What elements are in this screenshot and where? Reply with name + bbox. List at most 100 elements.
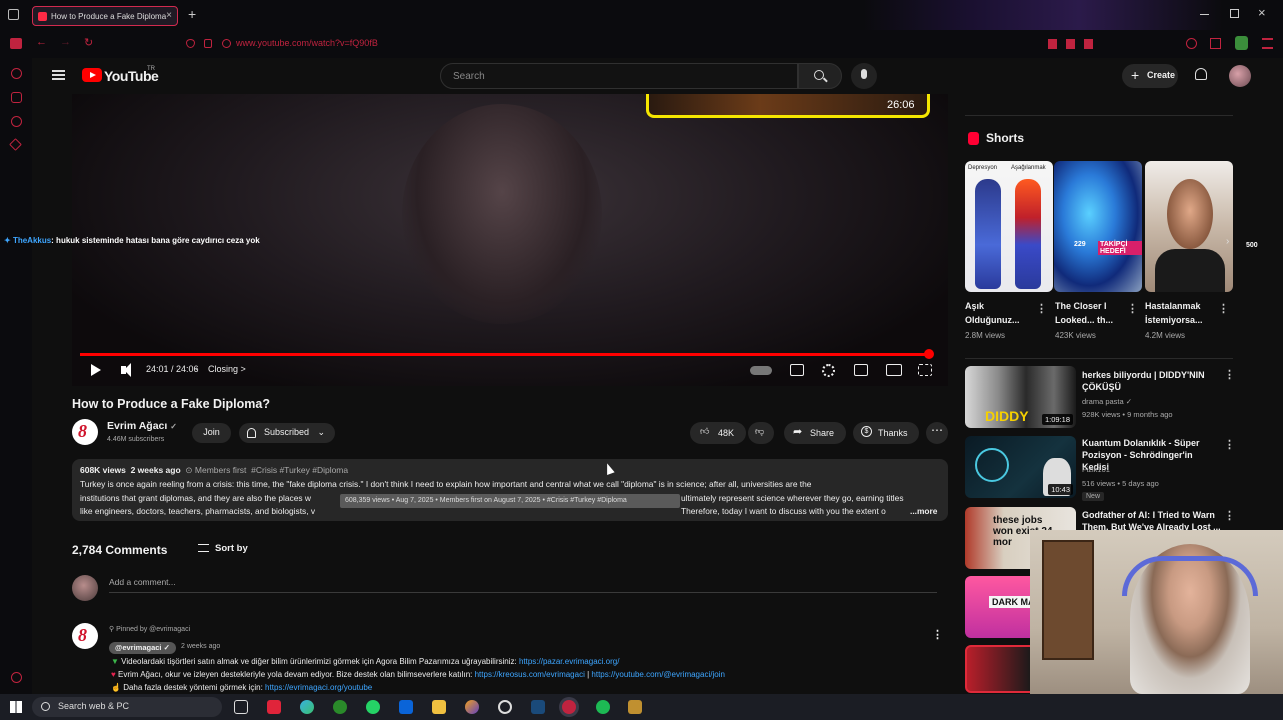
extension-icons[interactable] — [1048, 39, 1098, 49]
profile-icon[interactable] — [1186, 38, 1197, 49]
sidebar-toggle-icon[interactable] — [10, 38, 22, 49]
video-more-icon[interactable]: ⋮ — [1224, 438, 1235, 451]
reload-icon[interactable]: ↻ — [84, 36, 93, 49]
taskbar-search[interactable]: Search web & PC — [32, 697, 222, 717]
video-more-icon[interactable]: ⋮ — [1224, 509, 1235, 522]
hashtags[interactable]: #Crisis #Turkey #Diploma — [251, 465, 348, 475]
thanks-button[interactable]: $ Thanks — [853, 422, 919, 444]
fullscreen-icon[interactable] — [918, 364, 932, 376]
obs-icon[interactable] — [498, 700, 512, 714]
edge-browser-icon[interactable] — [300, 700, 314, 714]
menu-icon[interactable] — [1262, 38, 1273, 49]
forward-icon[interactable]: → — [60, 36, 71, 48]
channel-avatar[interactable] — [72, 419, 98, 445]
short-more-icon[interactable]: ⋮ — [1127, 302, 1138, 315]
voice-search-mic-icon[interactable] — [851, 63, 877, 89]
share-label: Share — [810, 428, 835, 438]
volume-icon[interactable] — [121, 363, 131, 377]
short-thumbnail[interactable]: 229 TAKİPÇİ HEDEFİ — [1054, 161, 1142, 292]
short-title[interactable]: The Closer I Looked... th... — [1055, 299, 1113, 327]
outlook-icon[interactable] — [399, 700, 413, 714]
like-button[interactable]: 👍︎ 48K — [690, 422, 746, 444]
autoplay-toggle[interactable] — [750, 366, 772, 375]
sidebar-item-bookmarks[interactable] — [9, 138, 22, 151]
create-label: Create — [1147, 70, 1176, 80]
short-more-icon[interactable]: ⋮ — [1218, 302, 1229, 315]
short-thumbnail[interactable]: Depresyon Aşağılanmak — [965, 161, 1053, 292]
progress-bar[interactable] — [80, 353, 930, 356]
video-frame — [402, 104, 602, 324]
comment-link[interactable]: https://youtube.com/@evrimagaci/join — [591, 670, 725, 679]
related-video-thumbnail[interactable]: 10:43 — [965, 436, 1076, 498]
miniplayer-icon[interactable] — [854, 364, 868, 376]
share-button[interactable]: ➦ Share — [784, 422, 846, 444]
video-more-icon[interactable]: ⋮ — [1224, 368, 1235, 381]
new-badge: New — [1082, 492, 1105, 501]
game-app-icon[interactable] — [628, 700, 642, 714]
comment-link[interactable]: https://evrimagaci.org/youtube — [265, 683, 372, 692]
progress-scrubber[interactable] — [924, 349, 935, 359]
steam-icon[interactable] — [531, 700, 545, 714]
create-button[interactable]: + Create — [1122, 64, 1178, 88]
related-video-channel[interactable]: Fizik101 — [1082, 465, 1110, 474]
play-icon[interactable] — [91, 364, 101, 376]
theater-mode-icon[interactable] — [886, 364, 902, 376]
xbox-icon[interactable] — [333, 700, 347, 714]
close-window-icon[interactable]: × — [1258, 5, 1266, 20]
youtube-logo-icon[interactable] — [82, 68, 102, 82]
tab-manager-icon[interactable] — [8, 9, 19, 20]
sort-by-button[interactable]: Sort by — [198, 543, 248, 554]
spotify-icon[interactable] — [596, 700, 610, 714]
pinned-comment-avatar[interactable] — [72, 623, 98, 649]
minimize-icon[interactable] — [1200, 14, 1209, 15]
opera-gx-icon[interactable] — [562, 700, 576, 714]
app-icon[interactable] — [465, 700, 479, 714]
task-view-icon[interactable] — [234, 700, 248, 714]
add-comment-input[interactable]: Add a comment... — [109, 577, 937, 593]
windows-start-icon[interactable] — [10, 701, 22, 713]
channel-name[interactable]: Evrim Ağacı ✓ — [107, 420, 177, 432]
sidebar-item-player[interactable] — [11, 92, 22, 103]
comment-author-handle[interactable]: @evrimagaci ✓ — [109, 642, 176, 654]
hamburger-menu-icon[interactable] — [52, 70, 65, 80]
comment-more-icon[interactable]: ⋮ — [932, 628, 943, 641]
extensions-icon[interactable] — [1210, 38, 1221, 49]
search-button[interactable] — [798, 63, 842, 89]
more-actions-button[interactable]: ⋯ — [926, 422, 948, 444]
dislike-button[interactable]: 👎︎ — [748, 422, 774, 444]
join-button[interactable]: Join — [192, 423, 231, 443]
short-thumbnail[interactable] — [1145, 161, 1233, 292]
url-field[interactable]: www.youtube.com/watch?v=fQ90fB — [236, 38, 378, 48]
new-tab-icon[interactable]: + — [188, 6, 196, 22]
subscribed-button[interactable]: Subscribed ⌄ — [239, 423, 335, 443]
account-avatar[interactable] — [1229, 65, 1251, 87]
sidebar-settings-icon[interactable] — [11, 672, 22, 683]
sidebar-item-history[interactable] — [11, 116, 22, 127]
notifications-bell-icon[interactable] — [1195, 68, 1207, 80]
office-app-icon[interactable] — [267, 700, 281, 714]
comment-link[interactable]: https://kreosus.com/evrimagaci — [475, 670, 585, 679]
file-explorer-icon[interactable] — [432, 700, 446, 714]
browser-tab[interactable]: How to Produce a Fake Diploma × — [32, 6, 178, 26]
related-video-thumbnail[interactable]: DIDDY 1:09:18 — [965, 366, 1076, 428]
comment-link[interactable]: https://pazar.evrimagaci.org/ — [519, 657, 620, 666]
related-video-title[interactable]: herkes biliyordu | DIDDY'NIN ÇÖKÜŞÜ — [1082, 369, 1222, 393]
related-video-channel[interactable]: drama pasta ✓ — [1082, 397, 1132, 406]
sidebar-item-messenger[interactable] — [11, 68, 22, 79]
settings-gear-icon[interactable] — [822, 364, 835, 377]
short-title[interactable]: Aşık Olduğunuz... — [965, 299, 1020, 327]
vpn-icon[interactable] — [1235, 36, 1248, 50]
shield-icon[interactable] — [186, 39, 195, 48]
whatsapp-icon[interactable] — [366, 700, 380, 714]
shorts-next-chevron-icon[interactable]: › — [1226, 236, 1229, 247]
maximize-icon[interactable] — [1230, 9, 1239, 18]
close-tab-icon[interactable]: × — [166, 10, 172, 21]
show-more-link[interactable]: ...more — [910, 505, 937, 519]
atom-diagram-icon — [975, 448, 1009, 482]
search-input[interactable]: Search — [440, 63, 798, 89]
back-icon[interactable]: ← — [36, 36, 47, 48]
subtitles-icon[interactable] — [790, 364, 804, 376]
chapter-button[interactable]: Closing > — [208, 364, 246, 374]
short-title[interactable]: Hastalanmak İstemiyorsa... — [1145, 299, 1203, 327]
short-more-icon[interactable]: ⋮ — [1036, 302, 1047, 315]
